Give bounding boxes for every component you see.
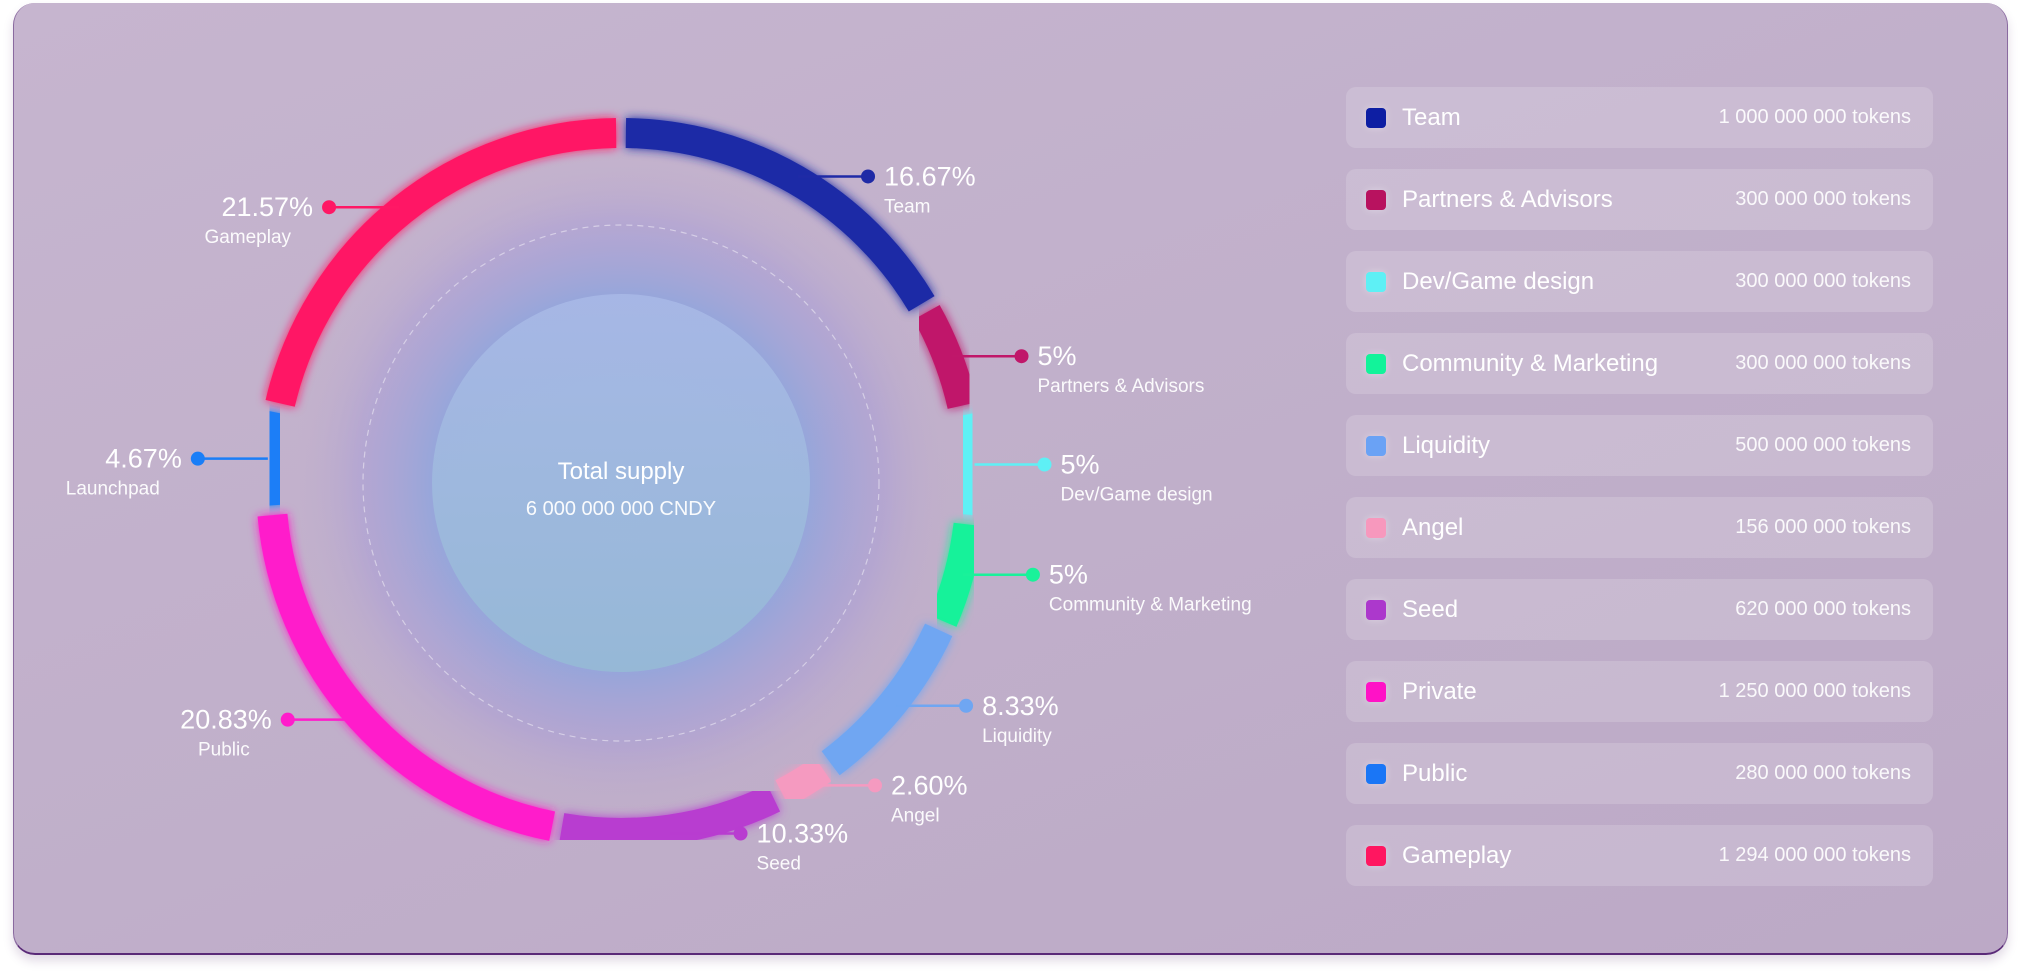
- legend-swatch: [1366, 845, 1386, 866]
- callout-name-seed: Seed: [757, 854, 801, 875]
- legend-value: 300 000 000 tokens: [1735, 352, 1911, 374]
- legend-label: Partners & Advisors: [1402, 185, 1613, 213]
- callout-dot-team: [861, 169, 876, 184]
- legend-value: 156 000 000 tokens: [1735, 516, 1911, 538]
- legend-swatch: [1366, 681, 1386, 702]
- legend-label: Gameplay: [1402, 841, 1512, 869]
- donut-segment-community-marketing: [928, 522, 984, 627]
- callout-name-launchpad: Launchpad: [66, 479, 160, 500]
- legend-swatch: [1366, 599, 1386, 620]
- legend-item-dev-game-design: Dev/Game design 300 000 000 tokens: [1346, 251, 1933, 312]
- legend-item-seed: Seed 620 000 000 tokens: [1346, 579, 1933, 640]
- legend-label: Team: [1402, 103, 1461, 131]
- callout-name-public: Public: [198, 740, 250, 761]
- callout-percent-team: 16.67%: [884, 161, 976, 191]
- callout-dot-public: [280, 712, 295, 727]
- legend-value: 300 000 000 tokens: [1735, 188, 1911, 210]
- legend-item-gameplay: Gameplay 1 294 000 000 tokens: [1346, 825, 1933, 886]
- legend-swatch: [1366, 435, 1386, 456]
- legend-label: Seed: [1402, 595, 1459, 623]
- center-title: Total supply: [558, 458, 685, 485]
- legend-label: Public: [1402, 759, 1468, 787]
- legend-label: Angel: [1402, 513, 1464, 541]
- legend-value: 1 250 000 000 tokens: [1718, 680, 1911, 702]
- callout-name-gameplay: Gameplay: [204, 227, 291, 248]
- legend-swatch: [1366, 763, 1386, 784]
- donut-chart: 16.67% Team 5% Partners & Advisors 5% Dev/Gam…: [66, 118, 1252, 875]
- callout-dot-partners-advisors: [1014, 349, 1029, 364]
- legend-item-team: Team 1 000 000 000 tokens: [1346, 87, 1933, 148]
- callout-percent-launchpad: 4.67%: [105, 444, 182, 474]
- callout-dot-launchpad: [190, 451, 205, 466]
- callout-dot-liquidity: [959, 698, 974, 713]
- token-distribution-panel: 16.67% Team 5% Partners & Advisors 5% Dev/Gam…: [13, 3, 2008, 955]
- legend-value: 500 000 000 tokens: [1735, 434, 1911, 456]
- legend-value: 1 000 000 000 tokens: [1718, 106, 1911, 128]
- legend-item-liquidity: Liquidity 500 000 000 tokens: [1346, 415, 1933, 476]
- legend-swatch: [1366, 353, 1386, 374]
- legend-item-private: Private 1 250 000 000 tokens: [1346, 661, 1933, 722]
- legend-item-public: Public 280 000 000 tokens: [1346, 743, 1933, 804]
- callout-name-partners-advisors: Partners & Advisors: [1038, 376, 1205, 397]
- donut-segment-launchpad: [256, 409, 293, 507]
- legend-swatch: [1366, 189, 1386, 210]
- callout-dot-gameplay: [322, 200, 337, 215]
- legend-item-angel: Angel 156 000 000 tokens: [1346, 497, 1933, 558]
- callout-percent-seed: 10.33%: [757, 819, 849, 849]
- callout-percent-liquidity: 8.33%: [982, 691, 1059, 721]
- callout-name-team: Team: [884, 196, 930, 217]
- legend-value: 620 000 000 tokens: [1735, 598, 1911, 620]
- legend-label: Private: [1402, 677, 1477, 705]
- callout-dot-dev-game-design: [1037, 457, 1052, 472]
- callout-percent-dev-game-design: 5%: [1061, 450, 1100, 480]
- callout-percent-gameplay: 21.57%: [221, 192, 313, 222]
- callout-percent-partners-advisors: 5%: [1038, 341, 1077, 371]
- legend-value: 300 000 000 tokens: [1735, 270, 1911, 292]
- callout-percent-public: 20.83%: [180, 705, 272, 735]
- legend-label: Dev/Game design: [1402, 267, 1595, 295]
- legend-value: 1 294 000 000 tokens: [1718, 844, 1911, 866]
- legend: Team 1 000 000 000 tokens Partners & Adv…: [1346, 87, 1933, 907]
- legend-value: 280 000 000 tokens: [1735, 762, 1911, 784]
- legend-swatch: [1366, 107, 1386, 128]
- legend-label: Liquidity: [1402, 431, 1491, 459]
- donut-segment-angel: [775, 756, 832, 807]
- callout-dot-seed: [733, 826, 748, 841]
- legend-label: Community & Marketing: [1402, 349, 1659, 377]
- legend-swatch: [1366, 517, 1386, 538]
- callout-percent-community-marketing: 5%: [1049, 560, 1088, 590]
- callout-dot-angel: [868, 778, 883, 793]
- callout-percent-angel: 2.60%: [891, 770, 968, 800]
- callout-name-community-marketing: Community & Marketing: [1049, 595, 1252, 616]
- callout-dot-community-marketing: [1025, 567, 1040, 582]
- center-subtitle: 6 000 000 000 CNDY: [526, 498, 716, 520]
- callout-name-angel: Angel: [891, 805, 940, 826]
- callout-name-dev-game-design: Dev/Game design: [1061, 485, 1213, 506]
- legend-item-community-marketing: Community & Marketing 300 000 000 tokens: [1346, 333, 1933, 394]
- callout-name-liquidity: Liquidity: [982, 726, 1052, 747]
- legend-swatch: [1366, 271, 1386, 292]
- donut-segment-dev-game-design: [949, 412, 986, 517]
- legend-item-partners-advisors: Partners & Advisors 300 000 000 tokens: [1346, 169, 1933, 230]
